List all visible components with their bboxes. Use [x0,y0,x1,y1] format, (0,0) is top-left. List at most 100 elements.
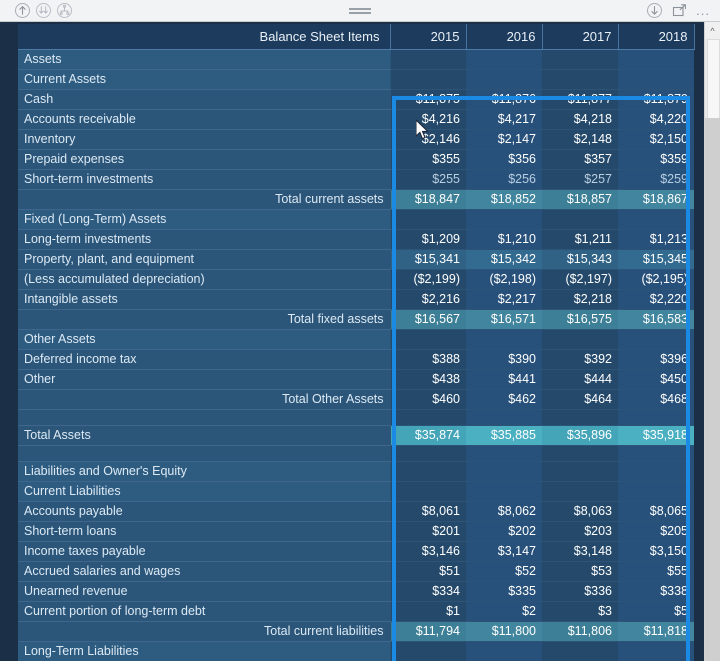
row-label[interactable]: Property, plant, and equipment [18,249,391,270]
row-value-cell[interactable]: $3,146 [390,541,466,562]
table-row[interactable]: Current portion of long-term debt $1 $2 $3 $… [18,601,694,622]
row-value-cell[interactable]: $8,061 [390,501,466,522]
row-value-cell[interactable]: $3,150 [618,541,694,562]
row-label[interactable]: Short-term investments [18,169,391,190]
column-header-label[interactable]: Balance Sheet Items [18,24,391,50]
more-options-icon[interactable]: ... [696,2,710,19]
row-value-cell[interactable]: $468 [618,389,694,410]
table-row[interactable]: Total Assets $35,874 $35,885 $35,896 $35,918 [18,425,694,446]
row-value-cell[interactable]: $11,800 [466,621,542,642]
row-value-cell[interactable]: $11,806 [542,621,618,642]
table-row[interactable]: Liabilities and Owner's Equity [18,461,694,482]
row-value-cell[interactable]: $2,150 [618,129,694,150]
row-value-cell[interactable]: $2 [466,601,542,622]
row-value-cell[interactable] [390,69,466,90]
drill-through-icon[interactable] [646,2,663,19]
table-row[interactable]: Short-term loans $201 $202 $203 $205 [18,521,694,542]
row-value-cell[interactable] [618,481,694,502]
row-value-cell[interactable]: $8,065 [618,501,694,522]
row-value-cell[interactable]: ($2,199) [390,269,466,290]
row-value-cell[interactable] [390,481,466,502]
column-header-2015[interactable]: 2015 [390,24,467,50]
row-label[interactable]: Intangible assets [18,289,391,310]
vertical-scrollbar[interactable]: ^ [704,22,720,661]
row-value-cell[interactable] [542,445,618,462]
column-header-2018[interactable]: 2018 [618,24,695,50]
row-value-cell[interactable] [466,69,542,90]
row-label[interactable]: Prepaid expenses [18,149,391,170]
row-label[interactable]: Short-term loans [18,521,391,542]
row-value-cell[interactable]: $1 [390,601,466,622]
row-label[interactable]: Other Assets [18,329,391,350]
row-label[interactable]: Total current assets [18,189,391,210]
row-value-cell[interactable] [618,69,694,90]
row-label[interactable]: Total Assets [18,425,391,446]
row-label[interactable]: Deferred income tax [18,349,391,370]
row-value-cell[interactable]: $444 [542,369,618,390]
row-label[interactable]: Current Liabilities [18,481,391,502]
row-value-cell[interactable]: $11,877 [542,89,618,110]
row-value-cell[interactable]: ($2,198) [466,269,542,290]
row-value-cell[interactable]: $338 [618,581,694,602]
row-value-cell[interactable]: $15,343 [542,249,618,270]
row-label[interactable]: Assets [18,49,391,70]
row-value-cell[interactable]: $460 [390,389,466,410]
row-label[interactable] [18,445,391,462]
table-row[interactable] [18,409,694,426]
row-value-cell[interactable]: ($2,195) [618,269,694,290]
row-value-cell[interactable]: $18,857 [542,189,618,210]
row-value-cell[interactable]: $15,345 [618,249,694,270]
row-label[interactable]: Long-term investments [18,229,391,250]
row-value-cell[interactable]: $205 [618,521,694,542]
row-value-cell[interactable]: $2,147 [466,129,542,150]
row-value-cell[interactable]: $4,216 [390,109,466,130]
row-value-cell[interactable]: $2,216 [390,289,466,310]
row-label[interactable]: Long-Term Liabilities [18,641,391,661]
row-value-cell[interactable] [390,641,466,661]
table-row[interactable]: Assets [18,49,694,70]
row-label[interactable]: Accrued salaries and wages [18,561,391,582]
row-value-cell[interactable]: $392 [542,349,618,370]
table-row[interactable]: Accrued salaries and wages $51 $52 $53 $55 [18,561,694,582]
row-value-cell[interactable]: $3,147 [466,541,542,562]
row-value-cell[interactable]: $334 [390,581,466,602]
row-value-cell[interactable]: $5 [618,601,694,622]
row-value-cell[interactable]: $3,148 [542,541,618,562]
row-value-cell[interactable]: $202 [466,521,542,542]
row-value-cell[interactable]: ($2,197) [542,269,618,290]
row-value-cell[interactable] [542,409,618,426]
row-label[interactable]: Inventory [18,129,391,150]
row-label[interactable]: Unearned revenue [18,581,391,602]
row-value-cell[interactable]: $357 [542,149,618,170]
row-value-cell[interactable]: $2,148 [542,129,618,150]
row-value-cell[interactable]: $11,875 [390,89,466,110]
row-value-cell[interactable]: $464 [542,389,618,410]
table-row[interactable]: Inventory $2,146 $2,147 $2,148 $2,150 [18,129,694,150]
row-value-cell[interactable]: $256 [466,169,542,190]
table-row[interactable]: Short-term investments $255 $256 $257 $259 [18,169,694,190]
row-value-cell[interactable]: $35,885 [466,425,542,446]
row-value-cell[interactable] [542,461,618,482]
row-value-cell[interactable]: $15,341 [390,249,466,270]
row-value-cell[interactable]: $1,210 [466,229,542,250]
row-label[interactable]: Current portion of long-term debt [18,601,391,622]
row-value-cell[interactable]: $18,867 [618,189,694,210]
row-value-cell[interactable] [542,641,618,661]
row-value-cell[interactable]: $11,818 [618,621,694,642]
row-value-cell[interactable] [618,445,694,462]
row-value-cell[interactable]: $16,567 [390,309,466,330]
table-row[interactable]: Deferred income tax $388 $390 $392 $396 [18,349,694,370]
row-value-cell[interactable]: $4,220 [618,109,694,130]
row-value-cell[interactable]: $2,146 [390,129,466,150]
column-header-2016[interactable]: 2016 [466,24,543,50]
row-label[interactable]: Fixed (Long-Term) Assets [18,209,391,230]
row-value-cell[interactable]: $335 [466,581,542,602]
scrollbar-thumb[interactable] [707,39,720,119]
row-value-cell[interactable] [390,49,466,70]
row-value-cell[interactable] [618,209,694,230]
row-value-cell[interactable] [542,209,618,230]
column-header-2017[interactable]: 2017 [542,24,619,50]
row-value-cell[interactable] [390,209,466,230]
row-value-cell[interactable]: $336 [542,581,618,602]
row-value-cell[interactable]: $4,218 [542,109,618,130]
